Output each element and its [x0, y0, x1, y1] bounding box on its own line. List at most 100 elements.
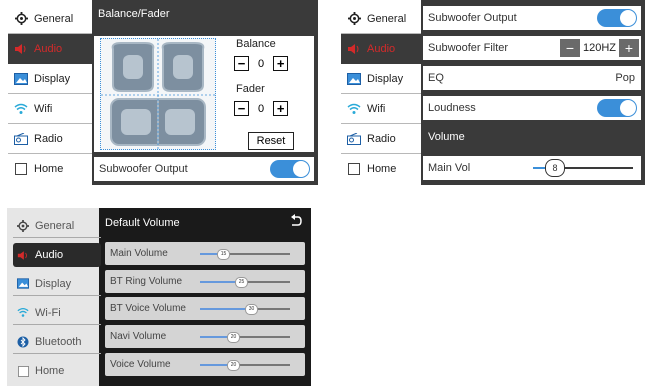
wifi-icon	[14, 102, 28, 116]
main-vol-knob[interactable]: 8	[545, 159, 565, 177]
right-settings-panel: General Audio Display Wifi Radio Home Su…	[333, 0, 645, 185]
volume-row-bt-voice: BT Voice Volume 30	[105, 297, 305, 320]
eq-row[interactable]: EQ Pop	[423, 66, 641, 90]
slider-knob[interactable]: 20	[227, 332, 240, 343]
volume-row-bt-ring: BT Ring Volume 25	[105, 270, 305, 293]
sidebar-item-label: Home	[367, 163, 397, 175]
volume-row-navi: Navi Volume 20	[105, 325, 305, 348]
volume-row-label: Main Volume	[110, 248, 168, 259]
image-icon	[17, 278, 29, 290]
sidebar-item-label: Wifi	[34, 102, 53, 115]
image-icon	[347, 72, 361, 86]
sidebar-item-label: Radio	[34, 132, 63, 145]
balance-value: 0	[258, 57, 265, 70]
sidebar-item-home[interactable]: Home	[8, 154, 92, 184]
subwoofer-output-toggle[interactable]	[270, 160, 310, 178]
volume-slider[interactable]: 20	[200, 332, 290, 343]
balance-fader-box: Balance − 0 + Fader − 0 + Reset	[94, 36, 314, 152]
main-vol-label: Main Vol	[428, 162, 471, 174]
balance-increase-button[interactable]: +	[273, 56, 289, 71]
fader-decrease-button[interactable]: −	[234, 101, 249, 116]
sidebar-item-wifi[interactable]: Wifi	[341, 94, 425, 124]
balance-decrease-button[interactable]: −	[234, 56, 249, 71]
volume-slider[interactable]: 15	[200, 249, 290, 260]
right-sidebar: General Audio Display Wifi Radio Home	[333, 0, 425, 185]
sidebar-item-label: Audio	[34, 43, 63, 55]
loudness-label: Loudness	[428, 102, 476, 114]
page-title: Default Volume	[105, 217, 180, 229]
fader-label: Fader	[236, 83, 265, 95]
main-vol-row: Main Vol 8	[423, 156, 641, 180]
radio-icon	[14, 132, 28, 146]
wifi-icon	[17, 307, 29, 319]
reset-button[interactable]: Reset	[248, 132, 294, 150]
sidebar-item-general[interactable]: General	[13, 214, 101, 238]
eq-value: Pop	[615, 72, 635, 84]
fader-increase-button[interactable]: +	[273, 101, 289, 116]
bottom-sidebar: General Audio Display Wi-Fi Bluetooth Ho…	[7, 208, 101, 386]
toggle-knob	[620, 10, 636, 26]
sidebar-item-label: Home	[34, 163, 64, 175]
left-main-area: Balance/Fader Balance − 0 + Fader − 0 + …	[92, 0, 318, 185]
filter-decrease-button[interactable]: −	[559, 39, 580, 57]
subwoofer-filter-value: 120HZ	[582, 42, 616, 54]
loudness-toggle[interactable]	[597, 99, 637, 117]
slider-knob[interactable]: 15	[217, 249, 230, 260]
sidebar-item-label: Radio	[367, 132, 396, 145]
subwoofer-output-label: Subwoofer Output	[428, 12, 517, 24]
eq-label: EQ	[428, 72, 444, 84]
sidebar-item-display[interactable]: Display	[341, 64, 425, 94]
sidebar-item-general[interactable]: General	[8, 4, 92, 34]
sidebar-item-label: Display	[34, 72, 71, 85]
back-arrow-icon[interactable]	[289, 214, 303, 228]
sidebar-item-label: Audio	[367, 43, 396, 55]
main-vol-slider[interactable]: 8	[533, 159, 633, 177]
bottom-main-area: Default Volume Main Volume 15 BT Ring Vo…	[99, 208, 311, 386]
subwoofer-output-toggle[interactable]	[597, 9, 637, 27]
speaker-icon	[14, 42, 28, 56]
slider-fill	[200, 336, 230, 338]
volume-row-label: Navi Volume	[110, 331, 167, 342]
speaker-icon	[347, 42, 361, 56]
slider-fill	[200, 364, 230, 366]
sidebar-item-display[interactable]: Display	[13, 272, 101, 296]
sidebar-item-display[interactable]: Display	[8, 64, 92, 94]
volume-row-label: BT Voice Volume	[110, 303, 186, 314]
checkbox-icon	[14, 162, 28, 176]
volume-row-voice: Voice Volume 20	[105, 353, 305, 376]
sidebar-item-bluetooth[interactable]: Bluetooth	[13, 330, 101, 354]
slider-knob[interactable]: 30	[245, 304, 258, 315]
default-volume-panel: General Audio Display Wi-Fi Bluetooth Ho…	[7, 208, 311, 386]
balance-label: Balance	[236, 38, 276, 50]
subwoofer-output-row: Subwoofer Output	[94, 157, 314, 181]
sidebar-item-wifi[interactable]: Wi-Fi	[13, 301, 101, 325]
sidebar-item-wifi[interactable]: Wifi	[8, 94, 92, 124]
sidebar-item-audio[interactable]: Audio	[8, 34, 92, 64]
subwoofer-output-row: Subwoofer Output	[423, 6, 641, 30]
volume-header: Volume	[428, 131, 465, 143]
sidebar-item-audio[interactable]: Audio	[13, 243, 101, 267]
subwoofer-output-label: Subwoofer Output	[99, 163, 188, 175]
gear-icon	[17, 219, 29, 232]
sidebar-item-home[interactable]: Home	[13, 359, 101, 383]
sidebar-item-general[interactable]: General	[341, 4, 425, 34]
wifi-icon	[347, 102, 361, 116]
loudness-row: Loudness	[423, 96, 641, 120]
left-sidebar: General Audio Display Wifi Radio Home	[0, 0, 92, 185]
sidebar-item-home[interactable]: Home	[341, 154, 425, 184]
toggle-knob	[293, 161, 309, 177]
sidebar-item-label: Bluetooth	[35, 335, 82, 348]
volume-slider[interactable]: 20	[200, 360, 290, 371]
volume-slider[interactable]: 25	[200, 277, 290, 288]
sidebar-item-label: General	[34, 12, 74, 25]
volume-slider[interactable]: 30	[200, 304, 290, 315]
sidebar-item-label: Wi-Fi	[35, 306, 61, 319]
sidebar-item-label: Display	[367, 72, 404, 85]
slider-knob[interactable]: 25	[235, 277, 248, 288]
sidebar-item-audio[interactable]: Audio	[341, 34, 425, 64]
seat-map[interactable]	[100, 38, 216, 150]
sidebar-item-radio[interactable]: Radio	[8, 124, 92, 154]
filter-increase-button[interactable]: +	[619, 39, 639, 57]
sidebar-item-radio[interactable]: Radio	[341, 124, 425, 154]
slider-knob[interactable]: 20	[227, 360, 240, 371]
